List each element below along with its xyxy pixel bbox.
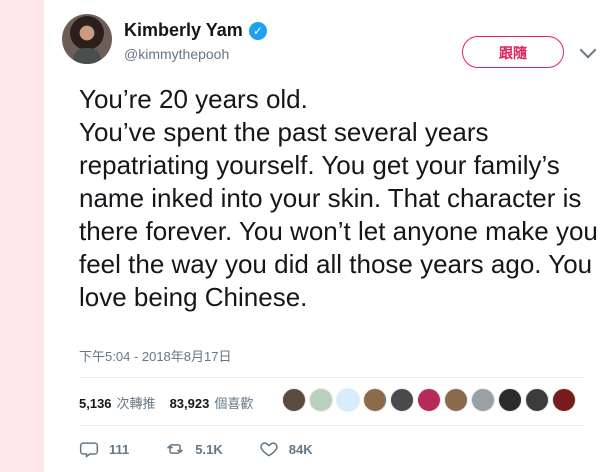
like-action[interactable]: 84K bbox=[259, 439, 313, 459]
retweet-count: 5,136 bbox=[79, 395, 112, 411]
author-display-name[interactable]: Kimberly Yam bbox=[124, 20, 243, 41]
follow-button[interactable]: 跟隨 bbox=[462, 36, 564, 68]
tweet-actions: 111 5.1K 84K bbox=[79, 439, 313, 459]
verified-badge-icon: ✓ bbox=[248, 21, 267, 40]
liker-avatar[interactable] bbox=[417, 388, 441, 412]
tweet-timestamp[interactable]: 下午5:04 - 2018年8月17日 bbox=[79, 346, 231, 365]
tweet-card: Kimberly Yam ✓ @kimmythepooh 跟隨 You’re 2… bbox=[44, 0, 610, 472]
likes-stat[interactable]: 83,923 個喜歡 bbox=[170, 393, 254, 412]
like-label: 個喜歡 bbox=[214, 395, 254, 411]
reply-action[interactable]: 111 bbox=[79, 439, 129, 459]
liker-avatar[interactable] bbox=[309, 388, 333, 412]
retweet-action-count: 5.1K bbox=[195, 441, 223, 457]
heart-icon bbox=[260, 442, 278, 457]
reply-icon bbox=[79, 442, 99, 458]
retweet-icon bbox=[167, 444, 184, 454]
divider bbox=[79, 425, 584, 426]
liker-avatar[interactable] bbox=[444, 388, 468, 412]
liker-avatar[interactable] bbox=[552, 388, 576, 412]
liker-avatar[interactable] bbox=[363, 388, 387, 412]
like-count: 83,923 bbox=[169, 395, 210, 411]
retweets-stat[interactable]: 5,136 次轉推 bbox=[79, 393, 156, 412]
like-action-count: 84K bbox=[288, 441, 313, 457]
liker-avatar[interactable] bbox=[498, 388, 522, 412]
left-page-margin bbox=[0, 0, 44, 472]
reply-count: 111 bbox=[109, 441, 130, 457]
tweet-stats: 5,136 次轉推 83,923 個喜歡 bbox=[79, 389, 253, 415]
avatar[interactable] bbox=[62, 14, 112, 64]
liker-avatar[interactable] bbox=[282, 388, 306, 412]
liker-avatar[interactable] bbox=[336, 388, 360, 412]
liker-avatars bbox=[282, 388, 576, 412]
author-handle[interactable]: @kimmythepooh bbox=[124, 46, 229, 62]
tweet-header: Kimberly Yam ✓ @kimmythepooh 跟隨 bbox=[62, 14, 597, 68]
divider bbox=[79, 377, 584, 378]
author-name-row: Kimberly Yam ✓ bbox=[124, 20, 267, 41]
liker-avatar[interactable] bbox=[390, 388, 414, 412]
retweet-action[interactable]: 5.1K bbox=[165, 439, 223, 459]
chevron-down-icon[interactable] bbox=[579, 41, 597, 59]
liker-avatar[interactable] bbox=[525, 388, 549, 412]
liker-avatar[interactable] bbox=[471, 388, 495, 412]
tweet-text: You’re 20 years old. You’ve spent the pa… bbox=[79, 84, 598, 312]
retweet-label: 次轉推 bbox=[116, 395, 156, 411]
